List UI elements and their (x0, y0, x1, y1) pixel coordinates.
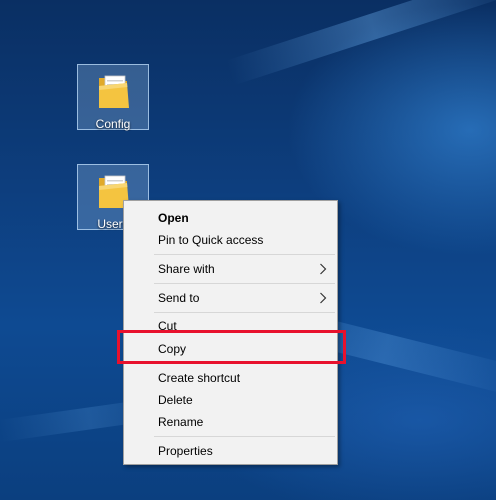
menu-item-open[interactable]: Open (158, 209, 189, 227)
wallpaper-light-beam (225, 0, 496, 86)
chevron-right-icon (320, 263, 327, 275)
menu-item-share-with[interactable]: Share with (158, 260, 215, 278)
menu-item-rename[interactable]: Rename (158, 413, 203, 431)
menu-item-create-shortcut[interactable]: Create shortcut (158, 369, 240, 387)
copy-highlight-box (117, 330, 346, 364)
desktop-icon-config[interactable]: Config (77, 64, 149, 131)
menu-item-properties[interactable]: Properties (158, 442, 213, 460)
menu-item-delete[interactable]: Delete (158, 391, 193, 409)
chevron-right-icon (320, 292, 327, 304)
menu-separator (154, 254, 335, 255)
desktop[interactable]: Config Users Open Pin to Quick access Sh… (0, 0, 496, 500)
menu-separator (154, 436, 335, 437)
menu-separator (154, 312, 335, 313)
menu-separator (154, 283, 335, 284)
desktop-icon-label: Config (95, 117, 131, 131)
menu-item-pin-to-quick-access[interactable]: Pin to Quick access (158, 231, 263, 249)
folder-icon (99, 75, 129, 108)
menu-item-send-to[interactable]: Send to (158, 289, 199, 307)
